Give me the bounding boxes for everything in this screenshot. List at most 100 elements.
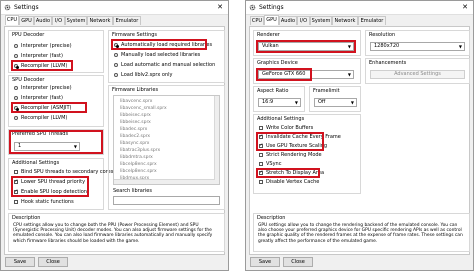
resolution-select[interactable]: 1280x720 ▼ xyxy=(370,42,465,51)
advanced-settings-button[interactable]: Advanced Settings xyxy=(370,70,465,79)
highlight-box xyxy=(11,176,89,197)
tab-emulator[interactable]: Emulator xyxy=(358,16,386,25)
close-icon[interactable]: ✕ xyxy=(217,3,223,11)
checkbox-icon xyxy=(259,153,263,157)
firmware-option-liblv2[interactable]: Load liblv2.sprx only xyxy=(114,72,172,78)
resolution-group: Resolution 1280x720 ▼ xyxy=(365,30,470,56)
firmware-settings-group: Firmware Settings Automatically load req… xyxy=(108,30,225,83)
checkbox-strict-rendering[interactable]: Strict Rendering Mode xyxy=(259,152,322,158)
tab-audio[interactable]: Audio xyxy=(279,16,297,25)
cpu-additional-settings-label: Additional Settings xyxy=(12,160,60,166)
horizontal-scrollbar[interactable] xyxy=(114,179,215,184)
gpu-additional-settings-group: Additional Settings Write Color Buffers … xyxy=(253,114,361,194)
list-item[interactable]: libadec2.sprx xyxy=(120,134,150,139)
checkbox-hook-static-functions[interactable]: Hook static functions xyxy=(14,199,74,205)
tab-cpu[interactable]: CPU xyxy=(250,16,264,25)
framelimit-select[interactable]: Off ▼ xyxy=(314,98,357,107)
list-item[interactable]: libbdmtra.sprx xyxy=(120,155,153,160)
firmware-libraries-list[interactable]: libavcenc.sprx libavcenc_small.sprx libb… xyxy=(113,95,220,185)
tab-system[interactable]: System xyxy=(65,16,87,25)
highlight-box xyxy=(256,40,356,53)
aspect-ratio-select[interactable]: 16:9 ▼ xyxy=(258,98,301,107)
description-label: Description xyxy=(257,215,286,221)
highlight-box xyxy=(256,132,324,151)
tab-io[interactable]: I/O xyxy=(52,16,65,25)
description-text: CPU settings allow you to change both th… xyxy=(13,223,213,244)
save-button[interactable]: Save xyxy=(5,257,35,267)
list-item[interactable]: libavcenc.sprx xyxy=(120,99,152,104)
radio-icon xyxy=(14,54,18,58)
gpu-description-group: Description GPU settings allow you to ch… xyxy=(253,213,470,252)
checkbox-bind-spu-threads[interactable]: Bind SPU threads to secondary cores xyxy=(14,169,113,175)
firmware-libraries-label: Firmware Libraries xyxy=(112,87,159,93)
firmware-libraries-group: Firmware Libraries libavcenc.sprx libavc… xyxy=(108,85,225,210)
aspect-ratio-label: Aspect Ratio xyxy=(257,88,289,94)
highlight-box xyxy=(11,60,73,71)
framelimit-group: Framelimit Off ▼ xyxy=(309,86,361,112)
firmware-option-both[interactable]: Load automatic and manual selection xyxy=(114,62,215,68)
chevron-down-icon: ▼ xyxy=(350,100,354,105)
spu-option-llvm[interactable]: Recompiler (LLVM) xyxy=(14,115,67,121)
checkbox-icon xyxy=(14,200,18,204)
vertical-scrollbar[interactable] xyxy=(214,96,219,184)
description-text: GPU settings allow you to change the ren… xyxy=(258,223,463,244)
list-item[interactable]: libadec.sprx xyxy=(120,127,147,132)
list-item[interactable]: libcelp8enc.sprx xyxy=(120,169,157,174)
radio-icon xyxy=(114,63,118,67)
tab-gpu[interactable]: GPU xyxy=(19,16,34,25)
tab-audio[interactable]: Audio xyxy=(34,16,52,25)
spu-threads-group: Preferred SPU Threads 1 ▼ xyxy=(8,129,104,155)
radio-icon xyxy=(114,53,118,57)
window-title: Settings xyxy=(14,4,39,11)
chevron-down-icon: ▼ xyxy=(294,100,298,105)
cpu-pane: PPU Decoder Interpreter (precise) Interp… xyxy=(4,26,225,255)
tab-emulator[interactable]: Emulator xyxy=(113,16,141,25)
checkbox-write-color-buffers[interactable]: Write Color Buffers xyxy=(259,125,313,131)
tab-system[interactable]: System xyxy=(310,16,332,25)
list-item[interactable]: libbeisec.sprx xyxy=(120,113,151,118)
checkbox-icon xyxy=(14,170,18,174)
tab-network[interactable]: Network xyxy=(332,16,358,25)
list-item[interactable]: libasync.sprx xyxy=(120,141,149,146)
highlight-box xyxy=(256,68,312,81)
search-libraries-input[interactable] xyxy=(113,196,220,205)
renderer-label: Renderer xyxy=(257,32,280,38)
title-bar: Settings ✕ xyxy=(1,1,228,15)
title-bar: Settings ✕ xyxy=(246,1,473,15)
tab-io[interactable]: I/O xyxy=(297,16,310,25)
close-button[interactable]: Close xyxy=(38,257,68,267)
ppu-option-fast[interactable]: Interpreter (fast) xyxy=(14,53,63,59)
list-item[interactable]: libbeisec.sprx xyxy=(120,120,151,125)
list-item[interactable]: libatrac3plus.sprx xyxy=(120,148,160,153)
firmware-option-manual[interactable]: Manually load selected libraries xyxy=(114,52,200,58)
tab-cpu[interactable]: CPU xyxy=(5,15,19,25)
ppu-option-precise[interactable]: Interpreter (precise) xyxy=(14,43,72,49)
gpu-pane: Renderer Vulkan ▼ Resolution 1280x720 ▼ Gr… xyxy=(249,26,470,255)
settings-window-gpu: Settings ✕ CPU GPU Audio I/O System Netw… xyxy=(245,0,474,271)
close-button[interactable]: Close xyxy=(283,257,313,267)
list-item[interactable]: libcelp8enc.sprx xyxy=(120,162,157,167)
radio-icon xyxy=(14,96,18,100)
checkbox-icon xyxy=(259,180,263,184)
ppu-decoder-label: PPU Decoder xyxy=(12,32,45,38)
chevron-down-icon: ▼ xyxy=(458,44,462,49)
tab-gpu[interactable]: GPU xyxy=(264,15,279,25)
aspect-ratio-group: Aspect Ratio 16:9 ▼ xyxy=(253,86,305,112)
spu-option-fast[interactable]: Interpreter (fast) xyxy=(14,95,63,101)
tab-network[interactable]: Network xyxy=(87,16,113,25)
spu-option-precise[interactable]: Interpreter (precise) xyxy=(14,85,72,91)
list-item[interactable]: libavcenc_small.sprx xyxy=(120,106,167,111)
checkbox-disable-vertex-cache[interactable]: Disable Vertex Cache xyxy=(259,179,319,185)
resolution-label: Resolution xyxy=(369,32,396,38)
highlight-box xyxy=(111,39,207,50)
chevron-down-icon: ▼ xyxy=(347,72,351,77)
radio-icon xyxy=(14,86,18,90)
radio-icon xyxy=(114,73,118,77)
radio-icon xyxy=(14,116,18,120)
close-icon[interactable]: ✕ xyxy=(462,3,468,11)
save-button[interactable]: Save xyxy=(250,257,280,267)
checkbox-vsync[interactable]: VSync xyxy=(259,161,281,167)
checkbox-icon xyxy=(259,126,263,130)
highlight-box xyxy=(9,130,103,154)
settings-window-cpu: Settings ✕ CPU GPU Audio I/O System Netw… xyxy=(0,0,229,271)
